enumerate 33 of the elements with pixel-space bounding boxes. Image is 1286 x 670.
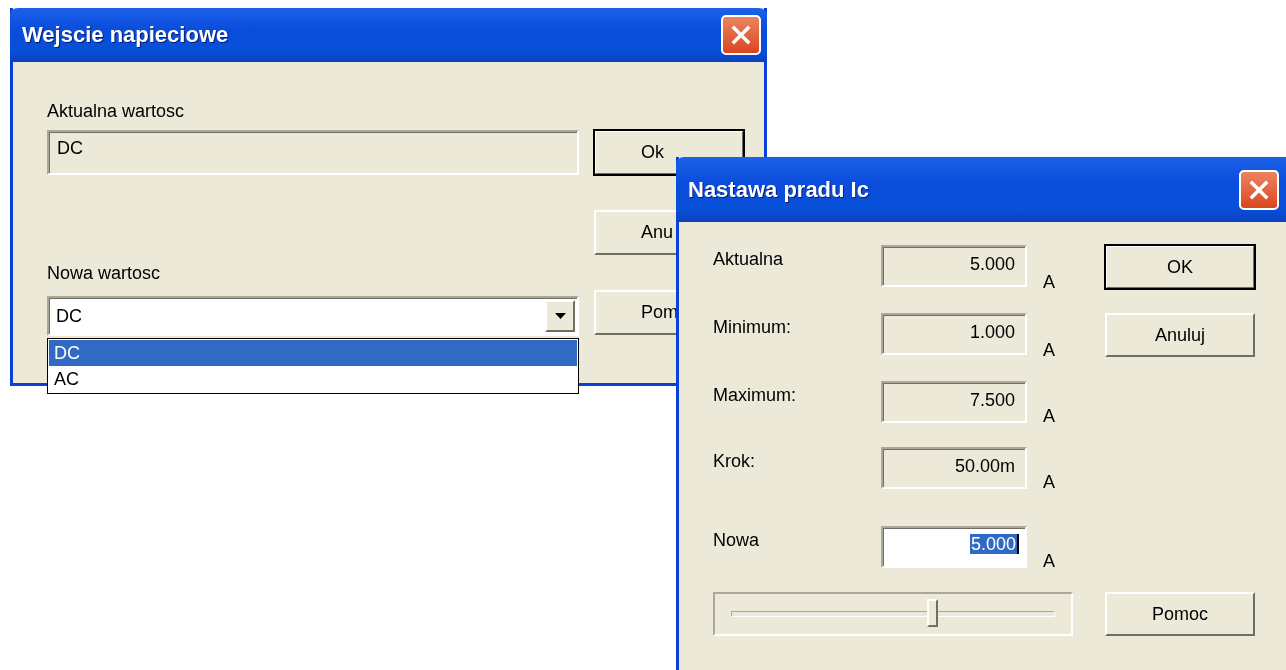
close-button[interactable] [721, 15, 761, 55]
close-button[interactable] [1239, 169, 1279, 210]
readonly-field: 1.000 [881, 313, 1027, 355]
readonly-field: 7.500 [881, 381, 1027, 423]
dropdown-field[interactable]: DC [47, 296, 579, 336]
field-label: Nowa wartosc [47, 262, 162, 284]
dropdown-arrow-button[interactable] [545, 300, 575, 332]
input-field[interactable]: 5.000 [881, 526, 1027, 568]
dropdown-option[interactable]: AC [49, 366, 577, 392]
unit-label: A [1042, 340, 1056, 361]
dialog-button[interactable]: Anuluj [1105, 313, 1255, 357]
dropdown-value: DC [56, 305, 82, 327]
caret-icon [554, 313, 566, 319]
unit-label: A [1042, 272, 1056, 293]
field-label: Maximum: [713, 384, 797, 407]
unit-label: A [1042, 472, 1056, 493]
readonly-field: 50.00m [881, 447, 1027, 489]
readonly-field: DC [47, 130, 579, 175]
window-title: Nastawa pradu Ic [688, 176, 869, 203]
field-label: Aktualna wartosc [47, 100, 186, 122]
dropdown-option[interactable]: DC [49, 340, 577, 366]
readonly-field: 5.000 [881, 245, 1027, 287]
slider-thumb[interactable] [926, 599, 938, 627]
field-label: Nowa [713, 529, 761, 552]
close-icon [731, 25, 751, 45]
slider[interactable] [713, 592, 1073, 636]
unit-label: A [1042, 551, 1056, 572]
window-title: Wejscie napieciowe [22, 22, 229, 48]
dialog-button[interactable]: Pomoc [1105, 592, 1255, 636]
close-icon [1249, 179, 1269, 200]
unit-label: A [1042, 406, 1056, 427]
field-label: Krok: [713, 450, 756, 473]
dialog-button[interactable]: OK [1105, 245, 1255, 289]
